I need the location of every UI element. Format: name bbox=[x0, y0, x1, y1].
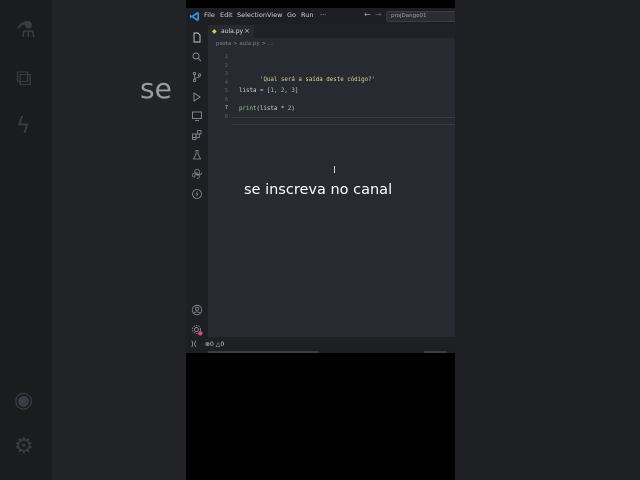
settings-icon: ⚙ bbox=[14, 434, 34, 459]
line-number: 4 bbox=[224, 79, 228, 86]
testing-icon[interactable] bbox=[191, 146, 203, 160]
tab-label: aula.py bbox=[221, 28, 244, 35]
vscode-window: File Edit Selection View Go Run ··· ← → … bbox=[186, 8, 455, 353]
status-divider bbox=[208, 351, 318, 353]
run-debug-icon[interactable] bbox=[191, 88, 203, 102]
title-bar: File Edit Selection View Go Run ··· ← → … bbox=[186, 8, 455, 25]
line-number: 5 bbox=[224, 88, 228, 94]
python-file-icon: ◆ bbox=[212, 28, 217, 35]
warning-count: 0 bbox=[220, 341, 225, 348]
python-icon: ⧉ bbox=[16, 66, 32, 91]
activity-bar bbox=[186, 25, 208, 337]
text-cursor-icon: I bbox=[333, 165, 336, 176]
editor-area: ◆ aula.py × pasta > aula.py > ... 1 2 3 … bbox=[208, 25, 455, 337]
code-line-3[interactable]: 'Qual será a saída deste código?' bbox=[239, 71, 375, 89]
background-caption: se bbox=[140, 72, 172, 105]
line-number: 1 bbox=[224, 54, 228, 60]
menu-go[interactable]: Go bbox=[287, 11, 296, 19]
current-line-highlight bbox=[232, 117, 455, 125]
variable-name: lista bbox=[239, 88, 257, 94]
settings-icon[interactable] bbox=[191, 321, 203, 336]
line-number: 3 bbox=[224, 71, 228, 77]
lightning-icon: ϟ bbox=[16, 114, 31, 139]
comma: , bbox=[273, 88, 281, 94]
forward-arrow-icon[interactable]: → bbox=[375, 10, 382, 19]
background-left-panel: ⚗ ⧉ ϟ ◉ ⚙ se bbox=[0, 0, 186, 480]
line-number: 8 bbox=[224, 113, 228, 120]
search-icon[interactable] bbox=[191, 48, 203, 62]
python-icon[interactable] bbox=[191, 165, 203, 179]
overlay-caption: se inscreva no canal bbox=[244, 182, 393, 198]
menu-more[interactable]: ··· bbox=[320, 11, 326, 19]
code-line-5[interactable]: lista = [1, 2, 3] bbox=[239, 88, 298, 94]
menu-edit[interactable]: Edit bbox=[220, 11, 233, 19]
function-name: print bbox=[239, 106, 257, 112]
remote-icon[interactable]: ⟩⟨ bbox=[191, 340, 196, 348]
line-number: 6 bbox=[224, 96, 228, 103]
bracket: ] bbox=[294, 88, 299, 94]
menu-selection[interactable]: Selection bbox=[237, 11, 267, 19]
call-args: (lista bbox=[256, 106, 281, 112]
status-divider bbox=[424, 351, 446, 353]
search-label: projDango01 bbox=[391, 13, 427, 19]
status-bar: ⟩⟨ ⊗0 △0 bbox=[186, 337, 455, 353]
close-icon[interactable]: × bbox=[244, 27, 250, 35]
line-number-current: 7 bbox=[224, 105, 228, 111]
problems-indicator[interactable]: ⊗0 △0 bbox=[205, 341, 224, 348]
code-line-7[interactable]: print(lista * 2) bbox=[239, 106, 295, 112]
background-right-panel bbox=[455, 0, 640, 480]
menu-view[interactable]: View bbox=[267, 11, 282, 19]
tab-aula-py[interactable]: ◆ aula.py × bbox=[208, 25, 254, 38]
operator: = [ bbox=[256, 88, 271, 94]
error-count: 0 bbox=[210, 341, 214, 348]
string-literal: 'Qual será a saída deste código?' bbox=[259, 77, 376, 83]
vscode-logo-icon bbox=[189, 11, 200, 22]
tab-bar: ◆ aula.py × bbox=[208, 25, 455, 38]
menu-file[interactable]: File bbox=[204, 11, 215, 19]
back-arrow-icon[interactable]: ← bbox=[364, 10, 371, 19]
settings-badge bbox=[198, 331, 203, 336]
account-icon[interactable] bbox=[191, 301, 203, 316]
lightning-icon[interactable] bbox=[191, 185, 203, 199]
extensions-icon[interactable] bbox=[191, 126, 203, 140]
account-icon: ◉ bbox=[14, 388, 34, 413]
command-center-search[interactable]: projDango01 bbox=[386, 11, 455, 22]
explorer-icon[interactable] bbox=[191, 29, 203, 43]
source-control-icon[interactable] bbox=[191, 68, 203, 83]
breadcrumb[interactable]: pasta > aula.py > ... bbox=[216, 41, 273, 47]
bracket: ) bbox=[291, 106, 295, 112]
line-number: 2 bbox=[224, 62, 228, 69]
remote-explorer-icon[interactable] bbox=[191, 107, 203, 121]
menu-run[interactable]: Run bbox=[301, 11, 313, 19]
testing-icon: ⚗ bbox=[16, 18, 36, 43]
